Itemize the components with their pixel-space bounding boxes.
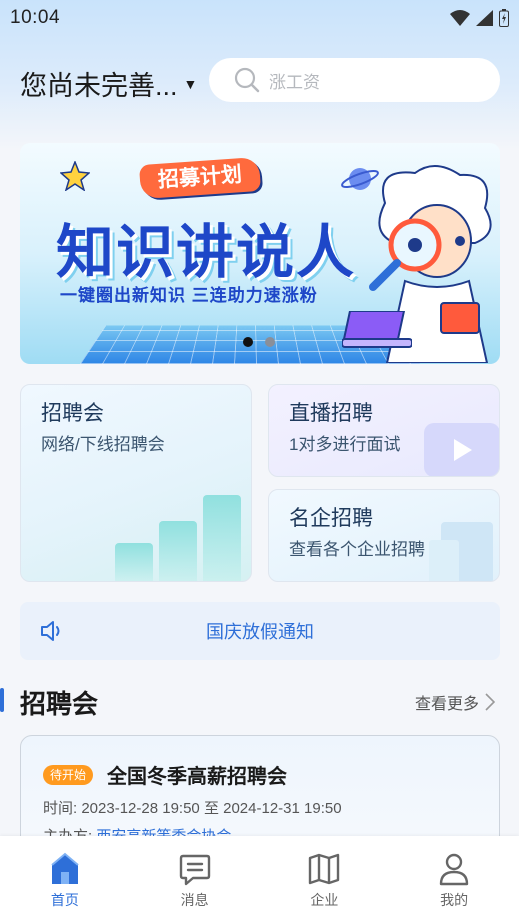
banner-dot-2[interactable]	[265, 337, 275, 347]
user-icon	[439, 853, 469, 886]
header: 您尚未完善... ▼ 涨工资	[0, 56, 519, 104]
wifi-icon	[450, 10, 470, 26]
job-fair-card[interactable]: 招聘会 网络/下线招聘会	[20, 384, 252, 582]
caret-down-icon: ▼	[183, 75, 198, 92]
star-icon	[60, 161, 90, 191]
see-more-label: 查看更多	[414, 696, 479, 713]
chevron-right-icon	[485, 693, 495, 711]
notice-bar[interactable]: 国庆放假通知	[20, 602, 500, 660]
chart-bar-decoration	[115, 543, 153, 581]
famous-company-card[interactable]: 名企招聘 查看各个企业招聘	[268, 489, 500, 582]
fair-title: 全国冬季高薪招聘会	[107, 766, 287, 788]
message-icon	[179, 854, 210, 886]
banner-title: 知识讲说人	[56, 220, 357, 285]
building-icon	[429, 522, 493, 581]
search-icon	[234, 67, 260, 93]
tab-profile-label: 我的	[440, 892, 469, 908]
banner-subtitle: 一键圈出新知识 三连助力速涨粉	[60, 286, 318, 305]
fair-time-label: 时间:	[43, 800, 78, 817]
map-icon	[309, 853, 340, 885]
banner-tag: 招募计划	[138, 156, 262, 200]
notice-text: 国庆放假通知	[206, 622, 314, 642]
job-fair-title: 招聘会	[41, 402, 104, 425]
tab-home[interactable]: 首页	[0, 836, 130, 924]
section-header: 招聘会 查看更多	[0, 682, 519, 719]
fair-time-value: 2023-12-28 19:50 至 2024-12-31 19:50	[81, 800, 342, 817]
status-badge: 待开始	[43, 765, 94, 785]
location-label: 您尚未完善...	[20, 71, 178, 101]
tab-messages[interactable]: 消息	[130, 836, 260, 924]
live-recruitment-card[interactable]: 直播招聘 1对多进行面试	[268, 384, 500, 477]
see-more-link[interactable]: 查看更多	[415, 690, 495, 714]
laptop-illustration	[342, 311, 412, 348]
section-title: 招聘会	[20, 689, 99, 719]
search-bar[interactable]: 涨工资	[209, 58, 500, 102]
status-time: 10:04	[10, 7, 61, 28]
signal-icon	[476, 10, 493, 26]
tab-companies-label: 企业	[310, 892, 339, 908]
chart-bar-decoration	[203, 495, 241, 581]
tab-profile[interactable]: 我的	[389, 836, 519, 924]
live-subtitle: 1对多进行面试	[289, 435, 401, 454]
banner-pagination[interactable]	[243, 337, 275, 347]
live-title: 直播招聘	[289, 402, 373, 425]
famous-subtitle: 查看各个企业招聘	[289, 540, 425, 559]
battery-icon	[499, 9, 509, 27]
search-placeholder: 涨工资	[269, 72, 320, 92]
tab-home-label: 首页	[50, 892, 79, 908]
banner-dot-1[interactable]	[243, 337, 253, 347]
promo-banner[interactable]: 招募计划 知识讲说人 一键圈出新知识 三连助力速涨粉	[20, 143, 500, 364]
bottom-tab-bar: 首页 消息 企业 我的	[0, 836, 519, 924]
play-icon	[424, 423, 499, 476]
fair-time: 时间: 2023-12-28 19:50 至 2024-12-31 19:50	[43, 797, 342, 818]
home-icon	[51, 852, 79, 884]
location-selector[interactable]: 您尚未完善... ▼	[20, 64, 197, 103]
tab-messages-label: 消息	[180, 892, 209, 908]
status-icons	[450, 9, 509, 27]
section-accent-bar	[0, 688, 4, 712]
status-bar: 10:04	[0, 0, 519, 36]
famous-title: 名企招聘	[289, 507, 373, 530]
chart-bar-decoration	[159, 521, 197, 581]
tab-companies[interactable]: 企业	[260, 836, 390, 924]
job-fair-subtitle: 网络/下线招聘会	[41, 435, 165, 454]
